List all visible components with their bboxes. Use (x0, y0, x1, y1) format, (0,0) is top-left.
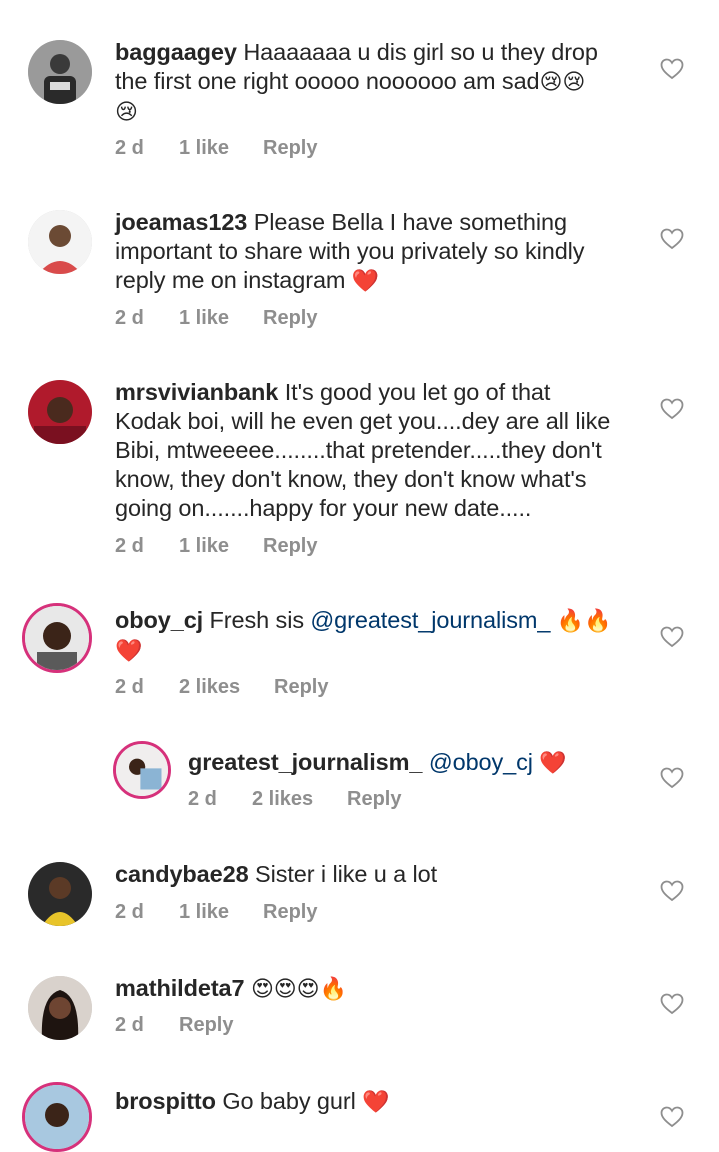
comment-time: 2 d (115, 901, 144, 923)
heart-icon[interactable] (660, 1106, 684, 1128)
reply-button[interactable]: Reply (263, 137, 317, 160)
comment-time: 2 d (115, 1014, 144, 1036)
comment-text: candybae28 Sister i like u a lot (115, 861, 438, 887)
like-count[interactable]: 1 like (179, 535, 263, 558)
like-count[interactable]: 1 like (179, 137, 263, 160)
comment-username[interactable]: mathildeta7 (115, 975, 245, 1001)
heart-icon[interactable] (660, 228, 684, 250)
heart-icon[interactable] (660, 626, 684, 648)
reply-button[interactable]: Reply (263, 307, 317, 330)
comment-meta: 2 d 1 like Reply (115, 535, 317, 558)
comment-username[interactable]: greatest_journalism_ (188, 749, 423, 775)
avatar[interactable] (28, 40, 92, 104)
comment-text: mathildeta7 😍😍😍🔥 (115, 975, 347, 1002)
comment-time: 2 d (115, 535, 144, 557)
like-count[interactable]: 1 like (179, 901, 263, 924)
reply-button[interactable]: Reply (347, 788, 401, 811)
comment-time: 2 d (115, 676, 144, 698)
comment-meta: 2 d 2 likes Reply (115, 676, 328, 699)
reply-button[interactable]: Reply (179, 1014, 233, 1037)
heart-icon[interactable] (660, 880, 684, 902)
like-count[interactable]: 2 likes (252, 788, 347, 811)
heart-icon[interactable] (660, 993, 684, 1015)
avatar[interactable] (28, 976, 92, 1040)
comment-username[interactable]: candybae28 (115, 861, 249, 887)
avatar[interactable] (28, 380, 92, 444)
comment-time: 2 d (115, 137, 144, 159)
comment-username[interactable]: joeamas123 (115, 209, 247, 235)
avatar[interactable] (22, 603, 92, 673)
comment-text: greatest_journalism_ @oboy_cj ❤️ (188, 749, 567, 776)
comment-username[interactable]: oboy_cj (115, 607, 203, 633)
mention-link[interactable]: @oboy_cj (429, 749, 533, 775)
avatar[interactable] (22, 1082, 92, 1152)
comment-meta: 2 d 1 like Reply (115, 307, 317, 330)
like-count[interactable]: 1 like (179, 307, 263, 330)
comment-meta: 2 d 2 likes Reply (188, 788, 401, 811)
comment-text: mrsvivianbank It's good you let go of th… (115, 379, 611, 521)
comment-time: 2 d (188, 788, 217, 810)
comment-text: joeamas123 Please Bella I have something… (115, 209, 585, 294)
heart-icon[interactable] (660, 767, 684, 789)
comment-meta: 2 d 1 like Reply (115, 901, 317, 924)
avatar[interactable] (28, 862, 92, 926)
comment-username[interactable]: brospitto (115, 1088, 216, 1114)
reply-button[interactable]: Reply (263, 535, 317, 558)
heart-icon[interactable] (660, 58, 684, 80)
comment-text: oboy_cj Fresh sis @greatest_journalism_ … (115, 607, 612, 664)
avatar[interactable] (113, 741, 171, 799)
heart-icon[interactable] (660, 398, 684, 420)
reply-button[interactable]: Reply (263, 901, 317, 924)
mention-link[interactable]: @greatest_journalism_ (310, 607, 550, 633)
like-count[interactable]: 2 likes (179, 676, 274, 699)
comment-text: baggaagey Haaaaaaa u dis girl so u they … (115, 39, 598, 125)
comment-time: 2 d (115, 307, 144, 329)
comment-username[interactable]: baggaagey (115, 39, 237, 65)
reply-button[interactable]: Reply (274, 676, 328, 699)
avatar[interactable] (28, 210, 92, 274)
comment-meta: 2 d 1 like Reply (115, 137, 317, 160)
comment-meta: 2 d Reply (115, 1014, 233, 1037)
comment-text: brospitto Go baby gurl ❤️ (115, 1088, 390, 1115)
comment-username[interactable]: mrsvivianbank (115, 379, 278, 405)
